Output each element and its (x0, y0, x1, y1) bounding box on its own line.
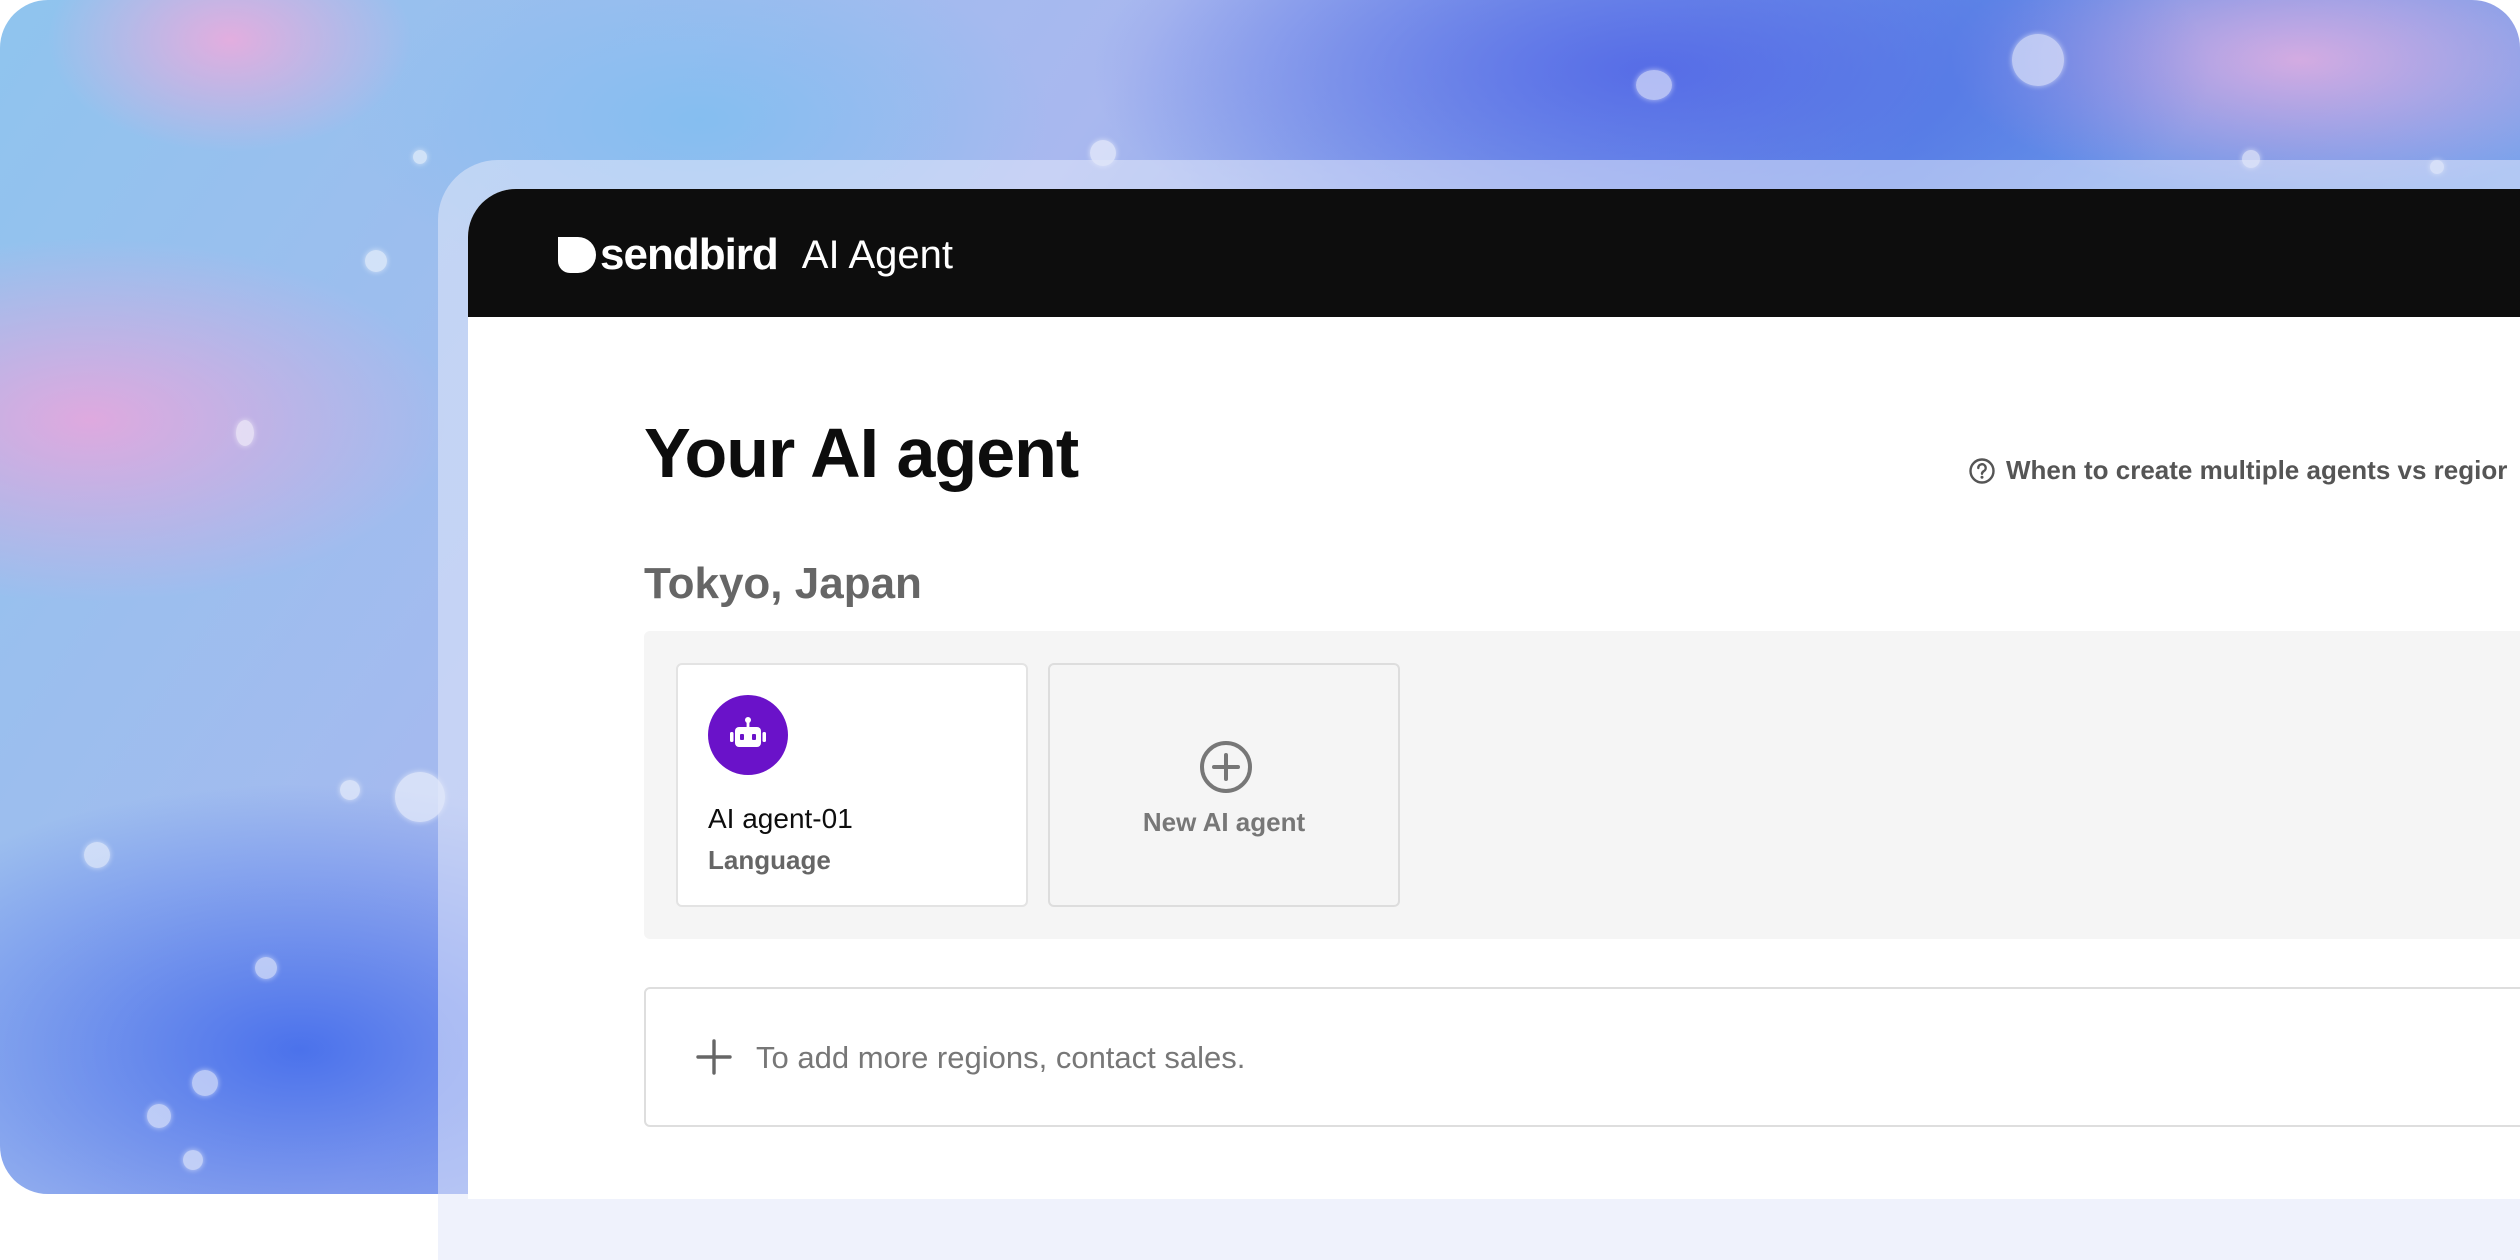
add-region-bar[interactable]: To add more regions, contact sales. (644, 987, 2520, 1127)
top-navigation-bar: sendbird AI Agent (468, 189, 2520, 317)
bubble (340, 780, 360, 800)
main-content: Your AI agent When to create multiple ag… (468, 317, 2520, 1199)
add-region-text: To add more regions, contact sales. (756, 1040, 1246, 1075)
bubble (183, 1150, 203, 1170)
new-agent-button[interactable]: New AI agent (1048, 663, 1400, 907)
bubble (84, 842, 110, 868)
plus-circle-icon (1200, 741, 1252, 793)
region-heading: Tokyo, Japan (644, 559, 922, 608)
plus-icon (696, 1039, 732, 1075)
bubble (365, 250, 387, 272)
agent-name: AI agent-01 (708, 803, 853, 834)
robot-icon (730, 717, 766, 747)
agents-panel: AI agent-01 Language New AI agent (644, 631, 2520, 939)
page-title: Your AI agent (644, 414, 1079, 492)
question-circle-icon (1969, 457, 1995, 484)
agent-card[interactable]: AI agent-01 Language (676, 663, 1028, 907)
help-link[interactable]: When to create multiple agents vs regior (1968, 455, 2507, 486)
bubble (255, 957, 277, 979)
bubble (192, 1070, 218, 1096)
help-link-label: When to create multiple agents vs regior (2006, 455, 2508, 485)
bubble (147, 1104, 171, 1128)
sendbird-logo-icon (558, 237, 596, 273)
brand-name: sendbird (600, 230, 779, 279)
app-window: sendbird AI Agent Your AI agent When to … (468, 189, 2520, 1199)
bubble (1636, 70, 1672, 100)
agent-language: Language (708, 845, 831, 875)
bubble (236, 420, 254, 446)
product-name: AI Agent (801, 233, 954, 277)
bubble (413, 150, 427, 164)
bubble (2012, 34, 2064, 86)
sendbird-logo[interactable]: sendbird AI Agent (556, 230, 954, 279)
new-agent-label: New AI agent (1142, 807, 1306, 837)
agent-avatar (708, 695, 788, 775)
